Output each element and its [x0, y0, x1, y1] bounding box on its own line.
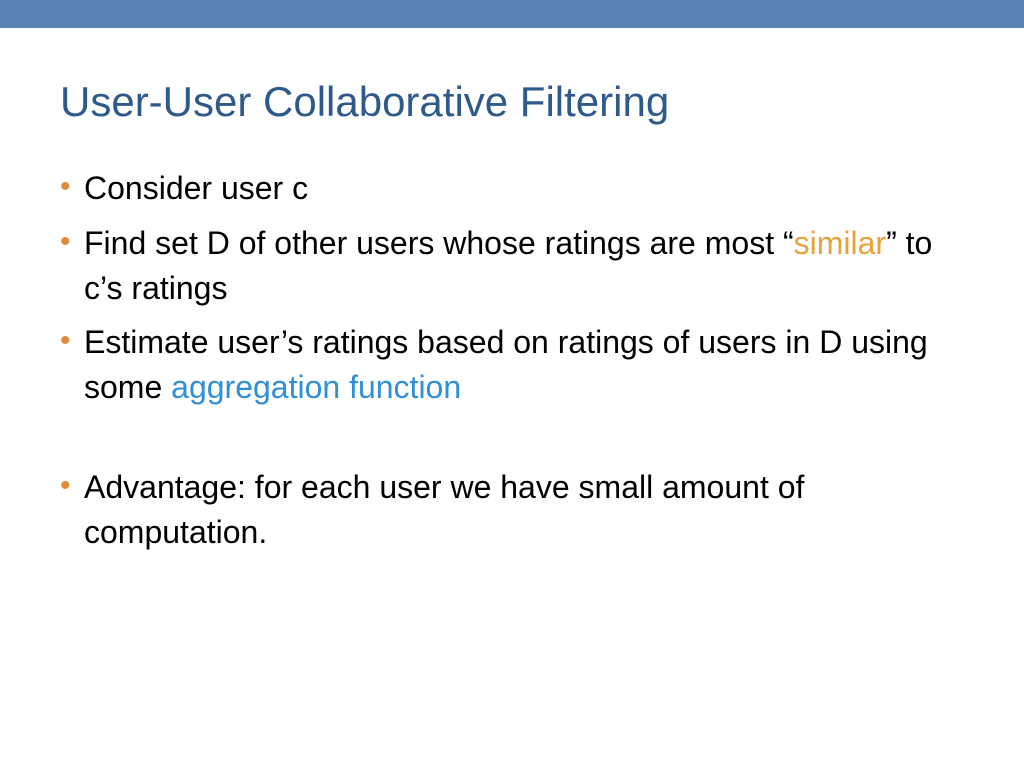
highlight-aggregation-function: aggregation function	[171, 369, 461, 405]
bullet-text: Consider user c	[84, 170, 308, 206]
highlight-similar: similar	[794, 225, 886, 261]
bullet-item: Find set D of other users whose ratings …	[60, 221, 964, 311]
bullet-text: Find set D of other users whose ratings …	[84, 225, 794, 261]
bullet-text: Advantage: for each user we have small a…	[84, 469, 804, 550]
slide-title: User-User Collaborative Filtering	[60, 78, 964, 126]
bullet-item: Consider user c	[60, 166, 964, 211]
bullet-item: Estimate user’s ratings based on ratings…	[60, 320, 964, 410]
top-accent-bar	[0, 0, 1024, 28]
slide-content: User-User Collaborative Filtering Consid…	[0, 28, 1024, 555]
bullet-list: Consider user c Find set D of other user…	[60, 166, 964, 555]
bullet-item: Advantage: for each user we have small a…	[60, 465, 964, 555]
